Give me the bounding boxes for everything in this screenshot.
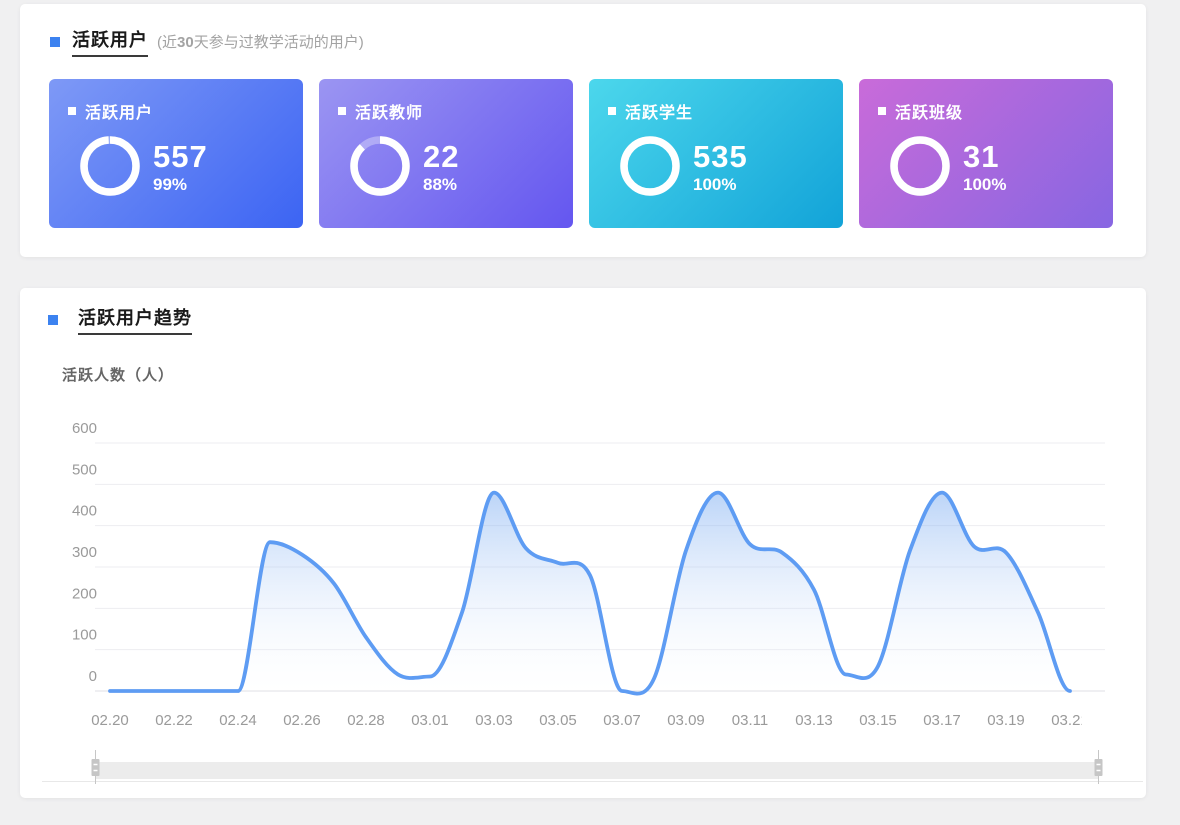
y-axis-name: 活跃人数（人） xyxy=(62,364,174,385)
svg-text:500: 500 xyxy=(72,461,97,478)
trend-section-title[interactable]: 活跃用户趋势 xyxy=(78,304,192,335)
dashboard-page: { "colors": { "accent_blue": "#3c82f0", … xyxy=(0,0,1180,825)
donut-chart xyxy=(79,135,141,197)
trend-section-header: 活跃用户趋势 xyxy=(48,304,192,335)
svg-text:03.21: 03.21 xyxy=(1051,712,1089,729)
x-axis-labels: 02.20 02.22 02.24 02.26 02.28 03.01 03.03 03.05… xyxy=(91,712,1089,729)
card-bullet-icon xyxy=(68,107,76,115)
donut-progress-ring xyxy=(354,140,406,192)
donut-progress-ring xyxy=(84,140,136,192)
card-percent: 100% xyxy=(963,175,1006,195)
summary-section-title[interactable]: 活跃用户 xyxy=(72,26,148,57)
active-users-panel: 活跃用户 (近30天参与过教学活动的用户) 活跃用户 557 99% 活跃教师 xyxy=(20,4,1146,257)
card-value: 535 xyxy=(693,139,748,175)
svg-text:03.17: 03.17 xyxy=(923,712,961,729)
datazoom-track[interactable] xyxy=(95,762,1098,779)
card-bullet-icon xyxy=(878,107,886,115)
donut-chart xyxy=(619,135,681,197)
svg-text:0: 0 xyxy=(89,668,97,685)
square-bullet-icon xyxy=(48,315,58,325)
donut-progress-ring xyxy=(624,140,676,192)
card-percent: 99% xyxy=(153,175,187,195)
svg-text:300: 300 xyxy=(72,544,97,561)
svg-text:400: 400 xyxy=(72,503,97,520)
svg-text:03.05: 03.05 xyxy=(539,712,577,729)
card-value: 22 xyxy=(423,139,459,175)
card-percent: 88% xyxy=(423,175,457,195)
stat-card-active-users: 活跃用户 557 99% xyxy=(49,79,303,228)
square-bullet-icon xyxy=(50,37,60,47)
stat-cards-row: 活跃用户 557 99% 活跃教师 22 xyxy=(49,79,1113,228)
svg-text:03.09: 03.09 xyxy=(667,712,705,729)
svg-text:02.20: 02.20 xyxy=(91,712,129,729)
svg-text:02.24: 02.24 xyxy=(219,712,257,729)
donut-chart xyxy=(889,135,951,197)
stat-card-active-teachers: 活跃教师 22 88% xyxy=(319,79,573,228)
svg-text:200: 200 xyxy=(72,585,97,602)
svg-text:03.01: 03.01 xyxy=(411,712,449,729)
stat-card-active-classes: 活跃班级 31 100% xyxy=(859,79,1113,228)
datazoom-slider[interactable] xyxy=(42,750,1143,784)
svg-text:600: 600 xyxy=(72,420,97,437)
svg-text:03.19: 03.19 xyxy=(987,712,1025,729)
card-bullet-icon xyxy=(338,107,346,115)
svg-text:100: 100 xyxy=(72,627,97,644)
card-value: 557 xyxy=(153,139,208,175)
donut-chart xyxy=(349,135,411,197)
donut-progress-ring xyxy=(894,140,946,192)
trend-area-fill xyxy=(110,493,1070,694)
svg-text:03.15: 03.15 xyxy=(859,712,897,729)
svg-text:03.07: 03.07 xyxy=(603,712,641,729)
card-bullet-icon xyxy=(608,107,616,115)
card-title: 活跃学生 xyxy=(625,99,693,123)
card-title: 活跃用户 xyxy=(85,99,153,123)
svg-text:03.11: 03.11 xyxy=(732,712,768,729)
trend-chart[interactable]: 600 500 400 300 200 100 0 02.20 02.22 02.24 02.26… xyxy=(20,400,1146,798)
active-users-trend-panel: 活跃用户趋势 活跃人数（人） 600 500 400 300 200 100 0 02.20… xyxy=(20,288,1146,798)
card-title: 活跃班级 xyxy=(895,99,963,123)
card-title: 活跃教师 xyxy=(355,99,423,123)
svg-text:03.03: 03.03 xyxy=(475,712,513,729)
svg-text:03.13: 03.13 xyxy=(795,712,833,729)
y-axis-labels: 600 500 400 300 200 100 0 xyxy=(72,420,97,685)
stat-card-active-students: 活跃学生 535 100% xyxy=(589,79,843,228)
summary-section-subtitle: (近30天参与过教学活动的用户) xyxy=(157,31,364,52)
svg-text:02.26: 02.26 xyxy=(283,712,321,729)
card-percent: 100% xyxy=(693,175,736,195)
svg-text:02.22: 02.22 xyxy=(155,712,193,729)
summary-section-header: 活跃用户 (近30天参与过教学活动的用户) xyxy=(50,26,364,57)
card-value: 31 xyxy=(963,139,999,175)
svg-text:02.28: 02.28 xyxy=(347,712,385,729)
